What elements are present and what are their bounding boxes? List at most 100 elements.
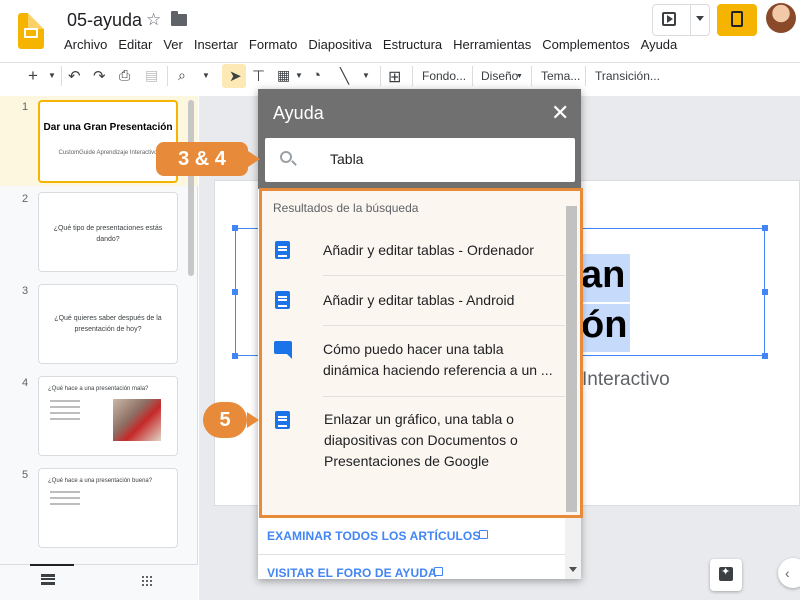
slides-logo[interactable]	[18, 13, 44, 49]
transition-button[interactable]: Transición...	[595, 69, 660, 83]
help-result-1[interactable]: Añadir y editar tablas - Ordenador	[323, 240, 534, 261]
slide-thumbnail-3[interactable]: ¿Qué quieres saber después de la present…	[38, 284, 178, 364]
slide-subtitle[interactable]: Interactivo	[582, 369, 670, 391]
line-icon[interactable]: ╲	[340, 67, 349, 85]
menu-complementos[interactable]: Complementos	[542, 37, 629, 52]
paint-format-icon[interactable]: ▤	[145, 67, 158, 84]
undo-icon[interactable]: ↶	[68, 67, 81, 85]
help-search-box[interactable]	[265, 138, 575, 182]
resize-handle[interactable]	[762, 289, 768, 295]
menu-archivo[interactable]: Archivo	[64, 37, 107, 52]
chevron-down-icon[interactable]: ▼	[516, 73, 523, 80]
slide-number: 4	[22, 377, 29, 389]
menu-formato[interactable]: Formato	[249, 37, 297, 52]
help-forum-link[interactable]: VISITAR EL FORO DE AYUDA	[267, 566, 437, 580]
article-icon	[275, 291, 290, 309]
chevron-down-icon[interactable]: ▼	[295, 71, 303, 80]
menu-herramientas[interactable]: Herramientas	[453, 37, 531, 52]
menu-ayuda[interactable]: Ayuda	[641, 37, 678, 52]
links-divider	[258, 554, 565, 555]
explore-icon	[719, 565, 733, 581]
menu-bar: Archivo Editar Ver Insertar Formato Diap…	[64, 37, 688, 52]
thumbnail-heading: ¿Qué hace a una presentación mala?	[48, 386, 149, 392]
browse-all-articles-link[interactable]: EXAMINAR TODOS LOS ARTÍCULOS	[267, 529, 480, 543]
layout-button[interactable]: Diseño	[481, 69, 518, 83]
shape-icon[interactable]: ◔	[312, 67, 321, 84]
list-view-icon[interactable]	[41, 574, 55, 585]
chevron-down-icon[interactable]: ▼	[362, 71, 370, 80]
bullet-line	[50, 406, 80, 408]
chevron-down-icon[interactable]: ▼	[48, 71, 56, 80]
toolbar-divider	[167, 66, 168, 86]
menu-insertar[interactable]: Insertar	[194, 37, 238, 52]
results-heading: Resultados de la búsqueda	[273, 201, 419, 215]
bullet-line	[50, 418, 80, 420]
menu-ver[interactable]: Ver	[163, 37, 183, 52]
toolbar-divider	[412, 66, 413, 86]
results-scrollbar[interactable]	[566, 206, 577, 512]
forum-icon	[274, 341, 292, 359]
add-comment-icon[interactable]: ⊞	[388, 67, 401, 87]
redo-icon[interactable]: ↷	[93, 67, 106, 85]
avatar[interactable]	[766, 3, 796, 33]
theme-button[interactable]: Tema...	[541, 69, 580, 83]
resize-handle[interactable]	[232, 289, 238, 295]
side-panel-toggle[interactable]: ‹	[778, 558, 800, 588]
resize-handle[interactable]	[762, 225, 768, 231]
new-slide-icon[interactable]: +	[28, 66, 38, 86]
slide-number: 2	[22, 193, 29, 205]
search-icon	[280, 151, 292, 163]
slide-number: 1	[22, 101, 29, 113]
menu-estructura[interactable]: Estructura	[383, 37, 442, 52]
thumbnail-text: ¿Qué tipo de presentaciones estás dando?	[53, 225, 163, 243]
toolbar-divider	[380, 66, 381, 86]
present-divider	[690, 4, 691, 36]
toolbar-divider	[61, 66, 62, 86]
external-link-icon	[479, 530, 488, 539]
article-icon	[275, 241, 290, 259]
filmstrip-scrollbar[interactable]	[188, 100, 194, 276]
slide-number: 5	[22, 469, 29, 481]
document-title[interactable]: 05-ayuda	[67, 10, 142, 31]
folder-icon[interactable]	[171, 11, 187, 26]
thumbnail-heading: ¿Qué hace a una presentación buena?	[48, 478, 153, 484]
resize-handle[interactable]	[762, 353, 768, 359]
image-icon[interactable]: ▦	[277, 67, 290, 84]
help-title: Ayuda	[273, 103, 324, 123]
result-divider	[323, 396, 565, 397]
help-search-input[interactable]: Tabla	[330, 151, 363, 167]
slide-thumbnail-4[interactable]: ¿Qué hace a una presentación mala?	[38, 376, 178, 456]
toolbar-divider	[472, 66, 473, 86]
active-view-indicator	[30, 564, 74, 566]
thumbnail-text: ¿Qué quieres saber después de la present…	[54, 315, 162, 333]
scroll-down-arrow-icon[interactable]	[569, 567, 577, 572]
article-icon	[275, 411, 290, 429]
zoom-icon[interactable]: ⌕	[178, 67, 186, 84]
lock-share-icon	[731, 11, 743, 27]
filmstrip-view-bar	[0, 564, 198, 600]
slide-thumbnail-5[interactable]: ¿Qué hace a una presentación buena?	[38, 468, 178, 548]
close-icon[interactable]: ✕	[551, 100, 569, 126]
help-result-3[interactable]: Cómo puedo hacer una tabla dinámica haci…	[323, 339, 563, 381]
bullet-line	[50, 503, 80, 505]
grid-view-icon[interactable]	[141, 575, 153, 587]
step-callout-3-4: 3 & 4	[156, 142, 260, 176]
bullet-line	[50, 400, 80, 402]
thumbnail-title: Dar una Gran Presentación	[43, 122, 173, 133]
result-divider	[323, 325, 565, 326]
chevron-down-icon[interactable]	[696, 16, 704, 21]
bullet-line	[50, 412, 80, 414]
star-icon[interactable]: ☆	[146, 10, 161, 30]
resize-handle[interactable]	[232, 225, 238, 231]
help-result-2[interactable]: Añadir y editar tablas - Android	[323, 290, 514, 311]
resize-handle[interactable]	[232, 353, 238, 359]
print-icon[interactable]: ⎙	[119, 67, 130, 84]
menu-diapositiva[interactable]: Diapositiva	[308, 37, 372, 52]
slide-thumbnail-2[interactable]: ¿Qué tipo de presentaciones estás dando?	[38, 192, 178, 272]
toolbar-divider	[531, 66, 532, 86]
text-box-icon[interactable]: ⊤	[252, 67, 265, 85]
menu-editar[interactable]: Editar	[118, 37, 152, 52]
chevron-down-icon[interactable]: ▼	[202, 71, 210, 80]
help-result-4[interactable]: Enlazar un gráfico, una tabla o diaposit…	[324, 409, 556, 472]
background-button[interactable]: Fondo...	[422, 69, 466, 83]
